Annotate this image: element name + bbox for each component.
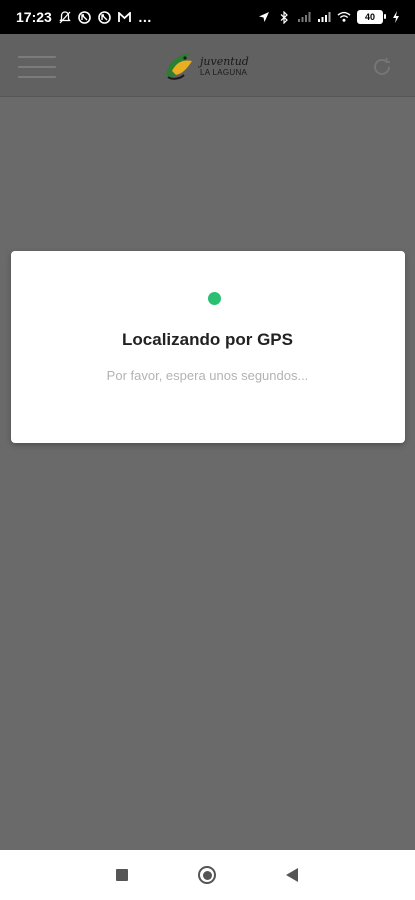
system-nav-bar — [0, 850, 415, 900]
app-bar: juventud LA LAGUNA — [0, 34, 415, 97]
refresh-button[interactable] — [371, 56, 393, 78]
signal-icon — [317, 10, 331, 24]
battery-level: 40 — [364, 12, 375, 22]
dialog-title: Localizando por GPS — [122, 330, 293, 349]
dialog-message: Por favor, espera unos segundos... — [106, 368, 309, 383]
app-notification-icon — [98, 10, 112, 24]
recent-apps-button[interactable] — [116, 869, 128, 881]
gmail-icon — [118, 10, 132, 24]
refresh-icon — [374, 58, 390, 75]
menu-button[interactable] — [18, 56, 56, 78]
battery-icon: 40 — [357, 10, 386, 24]
loading-indicator — [208, 292, 221, 305]
location-arrow-icon — [257, 10, 271, 24]
home-icon — [202, 870, 212, 880]
menu-icon-line — [18, 76, 56, 78]
back-button[interactable] — [286, 868, 298, 882]
logo-bird-icon — [166, 53, 192, 80]
more-notifications-icon: … — [137, 9, 152, 25]
signal-icon — [297, 10, 311, 24]
menu-icon-line — [18, 66, 56, 68]
logo-subtitle: LA LAGUNA — [200, 67, 248, 77]
charging-icon — [389, 10, 403, 24]
menu-icon — [18, 56, 56, 58]
bluetooth-icon — [277, 10, 291, 24]
status-bar: 17:23 … 40 — [0, 0, 415, 34]
wifi-icon — [337, 10, 351, 24]
app-notification-icon — [78, 10, 92, 24]
bell-off-icon — [58, 10, 72, 24]
status-time: 17:23 — [16, 9, 52, 25]
app-logo: juventud LA LAGUNA — [162, 48, 262, 84]
home-button[interactable] — [198, 866, 216, 884]
logo-title: juventud — [200, 54, 249, 68]
